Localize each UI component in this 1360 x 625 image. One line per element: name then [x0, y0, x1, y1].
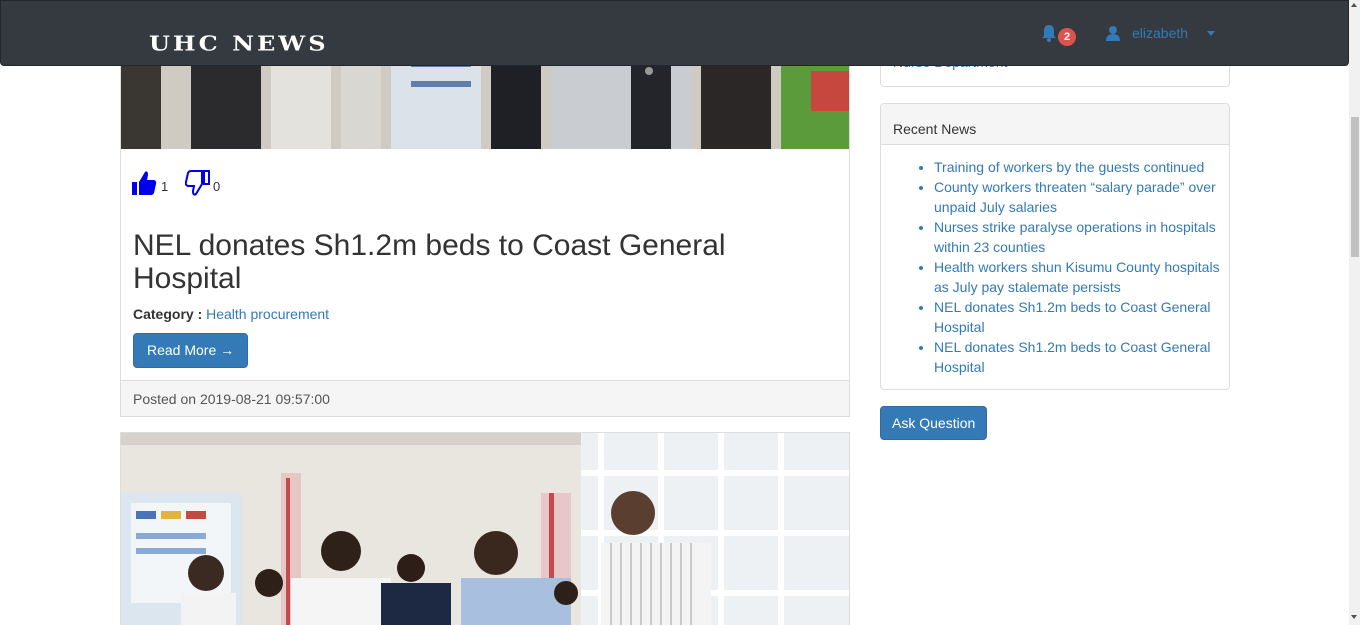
list-item[interactable]: NEL donates Sh1.2m beds to Coast General…	[934, 297, 1224, 337]
thumbs-down-icon[interactable]	[184, 169, 211, 197]
posted-on: Posted on 2019-08-21 09:57:00	[133, 391, 330, 407]
likes-count: 1	[161, 179, 169, 194]
post-title[interactable]: NEL donates Sh1.2m beds to Coast General…	[133, 229, 833, 295]
recent-news-heading: Recent News	[881, 104, 1229, 145]
recent-news-link[interactable]: County workers threaten “salary parade” …	[934, 179, 1216, 215]
site-brand[interactable]: UHC NEWS	[149, 31, 329, 56]
list-item[interactable]: Training of workers by the guests contin…	[934, 157, 1224, 177]
recent-news-panel: Recent News Training of workers by the g…	[880, 103, 1230, 390]
post-category: Category : Health procurement	[133, 306, 329, 322]
read-more-button[interactable]: Read More →	[133, 333, 249, 368]
page-scrollbar[interactable]	[1349, 0, 1360, 625]
user-menu-toggle[interactable]: elizabeth	[1132, 25, 1188, 41]
scroll-up-icon[interactable]	[1351, 3, 1357, 7]
recent-news-link[interactable]: NEL donates Sh1.2m beds to Coast General…	[934, 339, 1211, 375]
news-post	[120, 432, 850, 625]
category-label: Category :	[133, 306, 203, 322]
bell-icon[interactable]	[1039, 23, 1059, 43]
recent-news-list: Training of workers by the guests contin…	[934, 157, 1224, 377]
list-item[interactable]: Health workers shun Kisumu County hospit…	[934, 257, 1224, 297]
ask-question-button[interactable]: Ask Question	[880, 406, 988, 440]
list-item[interactable]: Nurses strike paralyse operations in hos…	[934, 217, 1224, 257]
recent-news-link[interactable]: Health workers shun Kisumu County hospit…	[934, 259, 1220, 295]
recent-news-link[interactable]: Nurses strike paralyse operations in hos…	[934, 219, 1216, 255]
list-item[interactable]: County workers threaten “salary parade” …	[934, 177, 1224, 217]
top-navbar: UHC NEWS 2 elizabeth	[0, 0, 1349, 66]
notification-badge[interactable]: 2	[1058, 28, 1076, 46]
recent-news-title: Recent News	[893, 121, 977, 137]
scroll-down-icon[interactable]	[1351, 615, 1357, 619]
dislikes-count: 0	[213, 179, 221, 194]
recent-news-link[interactable]: Training of workers by the guests contin…	[934, 159, 1204, 175]
chevron-down-icon[interactable]	[1207, 31, 1215, 36]
recent-news-link[interactable]: NEL donates Sh1.2m beds to Coast General…	[934, 299, 1211, 335]
thumbs-up-icon[interactable]	[131, 169, 157, 197]
user-icon[interactable]	[1105, 25, 1121, 41]
post-image[interactable]	[121, 433, 849, 625]
category-link[interactable]: Health procurement	[206, 306, 329, 322]
list-item[interactable]: NEL donates Sh1.2m beds to Coast General…	[934, 337, 1224, 377]
scrollbar-thumb[interactable]	[1351, 117, 1359, 257]
post-footer: Posted on 2019-08-21 09:57:00	[121, 380, 849, 416]
